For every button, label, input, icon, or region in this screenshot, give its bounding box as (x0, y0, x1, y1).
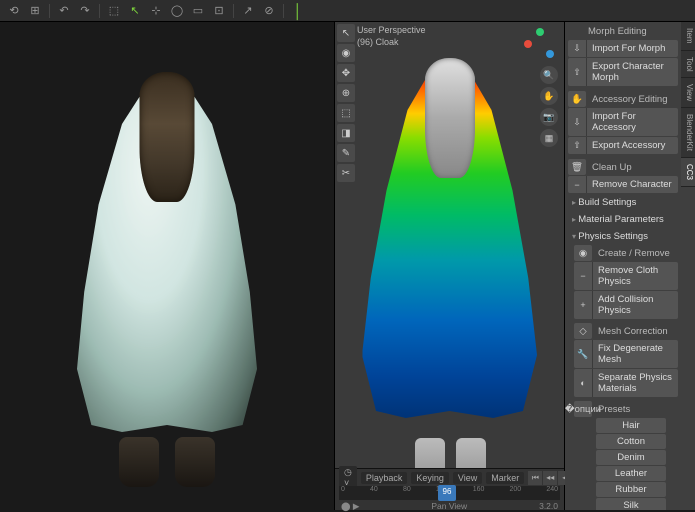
tool-undo-hist-icon[interactable]: ⟲ (4, 2, 24, 20)
giz-pan-icon[interactable]: ✋ (540, 87, 558, 105)
timeline: ◷ ˅ Playback Keying View Marker ⏮ ◂◂ ◀ ▶… (335, 468, 564, 510)
cleanup-label: Clean Up (588, 160, 636, 175)
vtool-cut-icon[interactable]: ✂ (337, 164, 355, 182)
import-icon: ⇩ (568, 108, 586, 136)
orbit-icon: ◉ (574, 245, 592, 261)
sliders-icon: �опции (574, 401, 592, 417)
giz-zoom-icon[interactable]: 🔍 (540, 66, 558, 84)
vtool-circle-icon[interactable]: ◉ (337, 44, 355, 62)
separate-materials-button[interactable]: Separate Physics Materials (592, 369, 678, 397)
tab-cc3[interactable]: CC3 (681, 158, 695, 187)
prev-key-icon[interactable]: ◂◂ (543, 471, 558, 485)
wrench-icon: 🔧 (574, 340, 592, 368)
create-remove-label: Create / Remove (594, 246, 674, 261)
minus-icon: − (568, 176, 586, 193)
tool-undo-icon[interactable]: ↶ (54, 2, 74, 20)
import-icon: ⇩ (568, 40, 586, 57)
section-build-settings[interactable]: Build Settings (568, 194, 678, 211)
viewport-weight[interactable]: ↖ ◉ ✥ ⊕ ⬚ ◨ ✎ ✂ User Perspective (96) Cl… (335, 22, 565, 510)
preset-leather-button[interactable]: Leather (596, 466, 666, 481)
hair-mesh (425, 58, 475, 178)
status-bar: ⬤ ▶ Pan View 3.2.0 (335, 500, 564, 511)
timeline-view-menu[interactable]: View (453, 472, 482, 484)
main-area: ↖ ◉ ✥ ⊕ ⬚ ◨ ✎ ✂ User Perspective (96) Cl… (0, 22, 695, 510)
tool-select-icon[interactable]: ↖ (125, 2, 145, 20)
tab-blenderkit[interactable]: BlenderKit (681, 108, 695, 158)
tab-tool[interactable]: Tool (681, 51, 695, 79)
timeline-keying-menu[interactable]: Keying (411, 472, 449, 484)
preset-rubber-button[interactable]: Rubber (596, 482, 666, 497)
hand-icon: ✋ (568, 91, 586, 107)
tool-transform-icon[interactable]: ⊡ (209, 2, 229, 20)
character-render (47, 47, 287, 487)
top-toolbar: ⟲ ⊞ ↶ ↷ ⬚ ↖ ⊹ ◯ ▭ ⊡ ↗ ⊘ │ (0, 0, 695, 22)
status-left: ⬤ ▶ (335, 501, 359, 512)
preset-cotton-button[interactable]: Cotton (596, 434, 666, 449)
import-morph-button[interactable]: Import For Morph (586, 40, 678, 57)
minus-icon: − (574, 262, 592, 290)
timeline-playback-menu[interactable]: Playback (361, 472, 408, 484)
timeline-cursor[interactable]: 96 (438, 485, 456, 501)
preset-hair-button[interactable]: Hair (596, 418, 666, 433)
add-collision-button[interactable]: Add Collision Physics (592, 291, 678, 319)
tool-annotate-icon[interactable]: ↗ (238, 2, 258, 20)
timeline-marker-menu[interactable]: Marker (486, 472, 524, 484)
jump-start-icon[interactable]: ⏮ (528, 471, 543, 485)
section-physics-settings[interactable]: Physics Settings (568, 228, 678, 245)
tool-add-icon[interactable]: ⊞ (25, 2, 45, 20)
plus-icon: + (574, 291, 592, 319)
timeline-track[interactable]: 04080120160200240 96 (339, 486, 560, 500)
morph-editing-label: Morph Editing (568, 24, 678, 39)
export-icon: ⇧ (568, 58, 586, 86)
section-material-params[interactable]: Material Parameters (568, 211, 678, 228)
remove-character-button[interactable]: Remove Character (586, 176, 678, 193)
vtool-cursor-icon[interactable]: ↖ (337, 24, 355, 42)
orientation-gizmo[interactable] (522, 26, 558, 62)
vtool-mask-icon[interactable]: ◨ (337, 124, 355, 142)
viewport-tool-column: ↖ ◉ ✥ ⊕ ⬚ ◨ ✎ ✂ (337, 24, 355, 182)
side-tabs: Item Tool View BlenderKit CC3 (681, 22, 695, 187)
export-icon: ⇧ (568, 137, 586, 154)
vtool-box-icon[interactable]: ⬚ (337, 104, 355, 122)
trash-icon: 🗑 (568, 159, 586, 175)
remove-cloth-button[interactable]: Remove Cloth Physics (592, 262, 678, 290)
vtool-move-icon[interactable]: ✥ (337, 64, 355, 82)
tab-item[interactable]: Item (681, 22, 695, 51)
vtool-draw-icon[interactable]: ✎ (337, 144, 355, 162)
shield-icon: ◇ (574, 323, 592, 339)
giz-camera-icon[interactable]: 📷 (540, 108, 558, 126)
export-morph-button[interactable]: Export Character Morph (586, 58, 678, 86)
fix-degenerate-button[interactable]: Fix Degenerate Mesh (592, 340, 678, 368)
presets-label: Presets (594, 402, 634, 417)
preset-denim-button[interactable]: Denim (596, 450, 666, 465)
import-accessory-button[interactable]: Import For Accessory (586, 108, 678, 136)
giz-ortho-icon[interactable]: ▦ (540, 129, 558, 147)
viewport-header: User Perspective (96) Cloak (357, 24, 426, 48)
viewport-render[interactable] (0, 22, 335, 510)
properties-panel: Item Tool View BlenderKit CC3 Morph Edit… (565, 22, 695, 510)
mesh-correction-label: Mesh Correction (594, 324, 672, 339)
material-icon: ◐ (574, 369, 592, 397)
viewport-title: User Perspective (357, 24, 426, 36)
tool-redo-icon[interactable]: ↷ (75, 2, 95, 20)
tool-move-icon[interactable]: ⊹ (146, 2, 166, 20)
export-accessory-button[interactable]: Export Accessory (586, 137, 678, 154)
tool-box-icon[interactable]: ⬚ (104, 2, 124, 20)
tool-rotate-icon[interactable]: ◯ (167, 2, 187, 20)
tool-measure-icon[interactable]: ⊘ (259, 2, 279, 20)
view-gizmo-column: 🔍 ✋ 📷 ▦ (540, 66, 558, 147)
viewport-subtitle: (96) Cloak (357, 36, 426, 48)
preset-silk-button[interactable]: Silk (596, 498, 666, 510)
vtool-add-icon[interactable]: ⊕ (337, 84, 355, 102)
tab-view[interactable]: View (681, 78, 695, 108)
tool-scale-icon[interactable]: ▭ (188, 2, 208, 20)
tool-accent-icon[interactable]: │ (288, 2, 308, 20)
accessory-editing-label: Accessory Editing (588, 92, 672, 107)
